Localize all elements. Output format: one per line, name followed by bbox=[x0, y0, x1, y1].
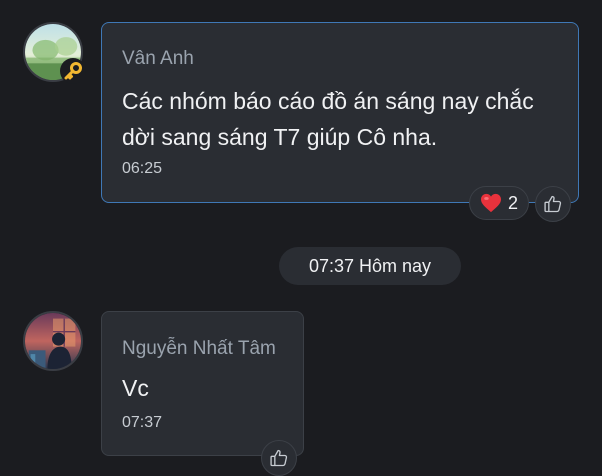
react-like-button[interactable] bbox=[535, 186, 571, 222]
sender-name: Vân Anh bbox=[122, 48, 194, 69]
message-time: 07:37 bbox=[122, 414, 163, 431]
heart-icon bbox=[481, 193, 501, 213]
message-text: Vc bbox=[122, 375, 149, 401]
message-text: Các nhóm báo cáo đồ án sáng nay chắc dời… bbox=[122, 83, 534, 155]
avatar-nguyen-nhat-tam[interactable] bbox=[23, 311, 83, 371]
admin-badge bbox=[60, 58, 86, 84]
react-like-button[interactable] bbox=[261, 440, 297, 476]
reaction-count-button[interactable]: 2 bbox=[469, 186, 530, 220]
reaction-count: 2 bbox=[508, 192, 519, 213]
time-divider-label: 07:37 Hôm nay bbox=[308, 255, 432, 276]
message-time: 06:25 bbox=[122, 160, 163, 177]
thumbs-up-icon bbox=[270, 449, 288, 467]
sender-name: Nguyễn Nhất Tâm bbox=[122, 338, 276, 359]
time-divider: 07:37 Hôm nay bbox=[279, 247, 461, 285]
key-icon bbox=[64, 62, 82, 80]
message-text-line: Các nhóm báo cáo đồ án sáng nay chắc bbox=[122, 88, 534, 114]
avatar-illustration-image bbox=[25, 313, 81, 369]
message-bubble[interactable]: Nguyễn Nhất Tâm Vc 07:37 bbox=[101, 311, 304, 456]
message-text-line: dời sang sáng T7 giúp Cô nha. bbox=[122, 124, 438, 150]
message-bubble[interactable]: Vân Anh Các nhóm báo cáo đồ án sáng nay … bbox=[101, 22, 579, 203]
thumbs-up-icon bbox=[544, 195, 562, 213]
